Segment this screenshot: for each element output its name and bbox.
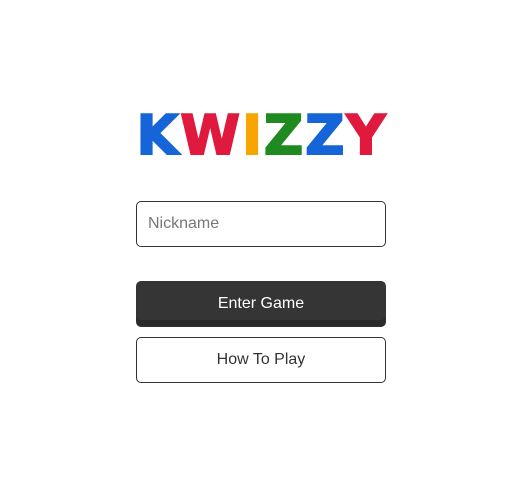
logo-letter-y: Y [345,104,386,167]
logo-letter-z1: Z [263,104,304,167]
enter-game-button[interactable]: Enter Game [136,281,386,327]
kwizzy-logo: K W I Z Z Y [136,104,387,167]
logo-letter-z2: Z [304,104,345,167]
nickname-input[interactable] [136,201,386,247]
logo-letter-i: I [241,104,263,167]
how-to-play-button[interactable]: How To Play [136,337,386,383]
logo-letter-w: W [179,104,241,167]
logo-letter-k: K [136,104,180,167]
